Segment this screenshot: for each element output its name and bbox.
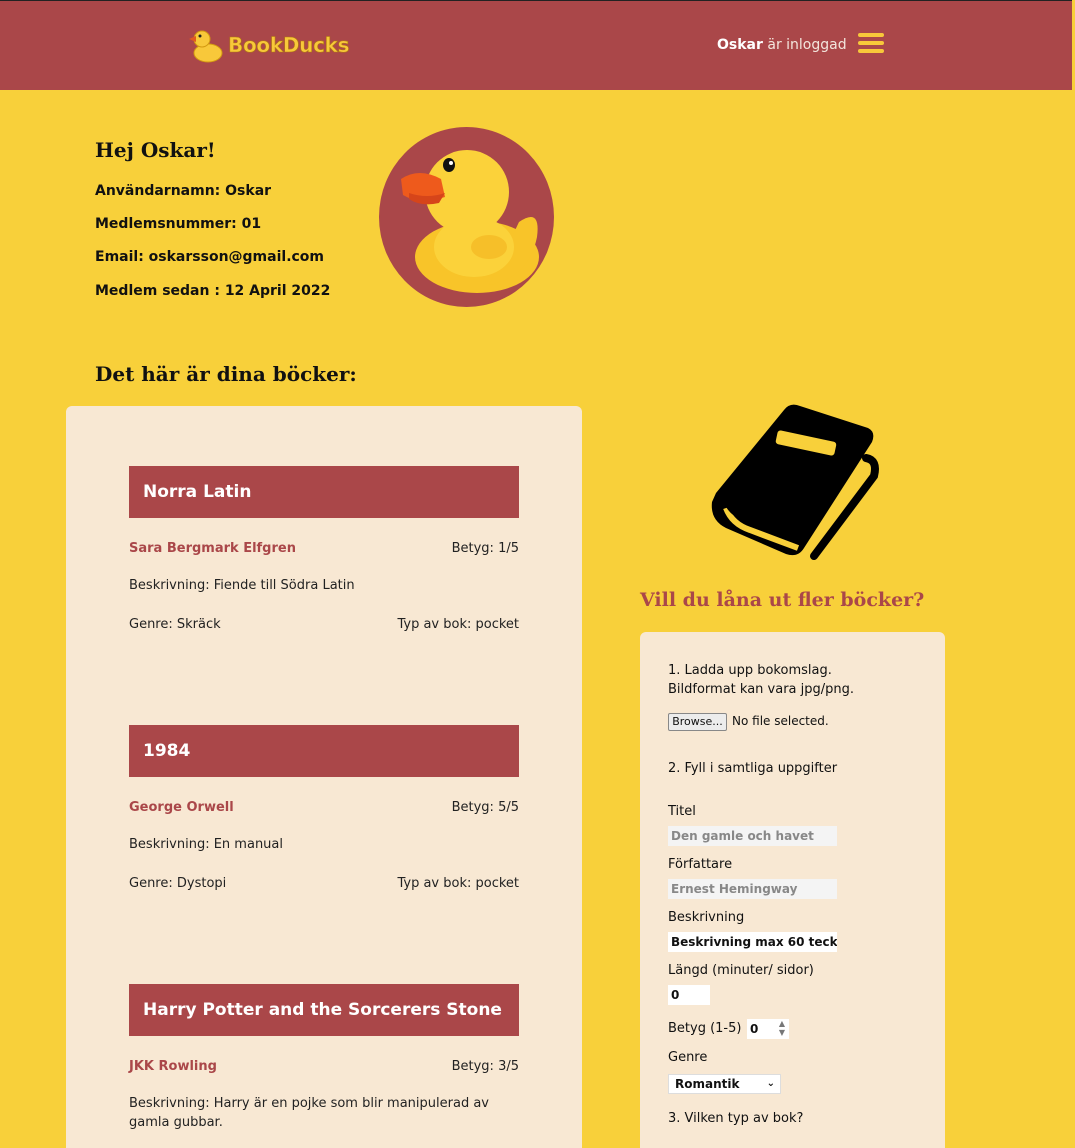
my-books-panel: Norra Latin Sara Bergmark Elfgren Betyg:… <box>66 406 582 1148</box>
login-status: Oskar är inloggad <box>717 37 847 53</box>
genre-selected-value: Romantik <box>675 1077 740 1091</box>
book-genre-type-row: Genre: Skräck Typ av bok: pocket <box>129 617 519 632</box>
lend-book-form: 1. Ladda upp bokomslag. Bildformat kan v… <box>640 632 945 1148</box>
step3-text: 3. Vilken typ av bok? <box>668 1111 804 1126</box>
book-title: Harry Potter and the Sorcerers Stone <box>129 984 519 1036</box>
greeting-heading: Hej Oskar! <box>95 138 216 162</box>
book-card: Harry Potter and the Sorcerers Stone JKK… <box>129 984 519 1132</box>
lend-books-heading: Vill du låna ut fler böcker? <box>640 589 925 611</box>
chevron-down-icon: ⌄ <box>766 1078 775 1089</box>
book-card: 1984 George Orwell Betyg: 5/5 Beskrivnin… <box>129 725 519 891</box>
book-genre: Genre: Skräck <box>129 617 221 632</box>
rating-label: Betyg (1-5) <box>668 1021 742 1036</box>
book-description: Beskrivning: Fiende till Södra Latin <box>129 578 355 593</box>
author-label: Författare <box>668 857 733 872</box>
book-genre-type-row: Genre: Dystopi Typ av bok: pocket <box>129 876 519 891</box>
book-title: 1984 <box>129 725 519 777</box>
email-line: Email: oskarsson@gmail.com <box>95 249 325 265</box>
my-books-heading: Det här är dina böcker: <box>95 362 357 386</box>
description-input[interactable] <box>668 932 837 952</box>
rating-input[interactable]: 0 ▲ ▼ <box>747 1019 789 1039</box>
book-author: JKK Rowling <box>129 1059 217 1074</box>
step1-line1: 1. Ladda upp bokomslag. <box>668 663 832 678</box>
member-number-line: Medlemsnummer: 01 <box>95 216 262 232</box>
login-status-suffix: är inloggad <box>767 37 847 53</box>
book-author: George Orwell <box>129 800 234 815</box>
book-rating: Betyg: 3/5 <box>451 1059 519 1074</box>
book-genre: Genre: Dystopi <box>129 876 227 891</box>
logged-in-user-name: Oskar <box>717 37 763 53</box>
book-description: Beskrivning: Harry är en pojke som blir … <box>129 1096 489 1130</box>
book-card: Norra Latin Sara Bergmark Elfgren Betyg:… <box>129 466 519 632</box>
hamburger-menu-icon[interactable] <box>858 33 884 55</box>
length-label: Längd (minuter/ sidor) <box>668 963 814 978</box>
book-icon <box>711 404 879 560</box>
book-author-rating-row: JKK Rowling Betyg: 3/5 <box>129 1059 519 1074</box>
book-author-rating-row: Sara Bergmark Elfgren Betyg: 1/5 <box>129 541 519 556</box>
step2-text: 2. Fyll i samtliga uppgifter <box>668 761 838 776</box>
title-label: Titel <box>668 804 696 819</box>
rating-value: 0 <box>750 1022 759 1036</box>
book-author: Sara Bergmark Elfgren <box>129 541 296 556</box>
step1-text: 1. Ladda upp bokomslag. Bildformat kan v… <box>668 661 854 699</box>
book-description: Beskrivning: En manual <box>129 837 283 852</box>
rubber-duck-icon <box>401 150 539 293</box>
spinner-icon[interactable]: ▲ ▼ <box>779 1019 785 1037</box>
duck-logo-icon <box>189 30 223 63</box>
book-type: Typ av bok: pocket <box>397 617 519 632</box>
step1-line2: Bildformat kan vara jpg/png. <box>668 682 855 697</box>
author-input[interactable] <box>668 879 837 899</box>
book-type: Typ av bok: pocket <box>397 876 519 891</box>
description-label: Beskrivning <box>668 910 745 925</box>
member-since-line: Medlem sedan : 12 April 2022 <box>95 283 331 299</box>
length-input[interactable]: 0 <box>668 985 710 1005</box>
top-navbar: BookDucks Oskar är inloggad <box>0 0 1072 90</box>
browse-file-button[interactable]: Browse... <box>668 713 727 731</box>
book-rating: Betyg: 1/5 <box>451 541 519 556</box>
book-rating: Betyg: 5/5 <box>451 800 519 815</box>
bookducks-logo[interactable]: BookDucks <box>186 25 376 65</box>
username-line: Användarnamn: Oskar <box>95 183 272 199</box>
genre-label: Genre <box>668 1050 708 1065</box>
book-title: Norra Latin <box>129 466 519 518</box>
genre-select[interactable]: Romantik ⌄ <box>668 1074 781 1094</box>
title-input[interactable] <box>668 826 837 846</box>
avatar <box>379 127 554 307</box>
logo-text: BookDucks <box>228 33 350 58</box>
book-author-rating-row: George Orwell Betyg: 5/5 <box>129 800 519 815</box>
file-status: No file selected. <box>732 714 829 728</box>
